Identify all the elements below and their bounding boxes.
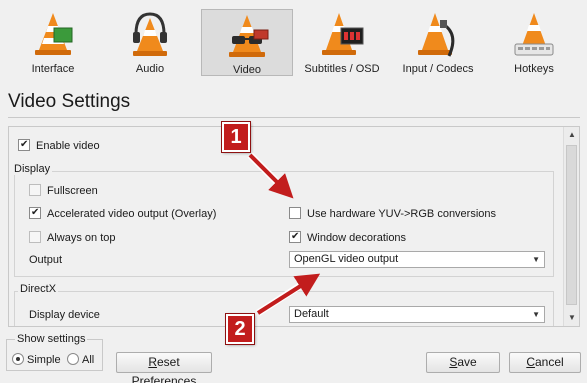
radio-button[interactable] bbox=[12, 353, 24, 366]
tab-label: Input / Codecs bbox=[402, 63, 474, 75]
title-divider bbox=[8, 117, 580, 118]
save-button[interactable]: Save bbox=[426, 352, 500, 373]
hotkeys-keyboard-cone-icon bbox=[514, 13, 554, 56]
fullscreen-checkbox[interactable]: Fullscreen bbox=[29, 183, 98, 199]
tab-hotkeys[interactable]: Hotkeys bbox=[497, 8, 571, 78]
accelerated-output-checkbox[interactable]: Accelerated video output (Overlay) bbox=[29, 205, 217, 222]
tab-input-codecs[interactable]: Input / Codecs bbox=[397, 8, 479, 78]
category-toolbar: Interface Audio Video Subtitles / OSD In… bbox=[0, 0, 587, 82]
enable-video-label: Enable video bbox=[36, 140, 100, 153]
radio-button[interactable] bbox=[67, 353, 79, 366]
input-cable-cone-icon bbox=[418, 13, 455, 57]
tab-subtitles-osd[interactable]: Subtitles / OSD bbox=[303, 8, 381, 78]
annotation-badge-2: 2 bbox=[226, 314, 254, 344]
all-radio[interactable]: All bbox=[67, 352, 94, 368]
output-select-value: OpenGL video output bbox=[294, 253, 399, 265]
hw-yuv-label: Use hardware YUV->RGB conversions bbox=[307, 208, 497, 221]
tab-label: Audio bbox=[135, 63, 165, 75]
directx-group-title: DirectX bbox=[18, 283, 59, 295]
window-decorations-checkbox[interactable]: Window decorations bbox=[289, 229, 407, 246]
annotation-badge-1: 1 bbox=[222, 122, 250, 152]
display-device-label: Display device bbox=[29, 309, 100, 321]
vertical-scrollbar[interactable]: ▲ ▼ bbox=[563, 127, 579, 326]
tab-interface[interactable]: Interface bbox=[18, 8, 88, 78]
reset-preferences-button[interactable]: Reset Preferences bbox=[116, 352, 212, 383]
tab-label: Interface bbox=[31, 63, 75, 75]
show-settings-legend: Show settings bbox=[15, 333, 88, 345]
accelerated-output-label: Accelerated video output (Overlay) bbox=[47, 208, 217, 221]
page-title: Video Settings bbox=[8, 91, 131, 112]
cancel-button[interactable]: Cancel bbox=[509, 352, 581, 373]
output-label: Output bbox=[29, 254, 63, 266]
display-group-title: Display bbox=[12, 163, 53, 175]
audio-headphones-cone-icon bbox=[133, 12, 167, 56]
checkbox-box[interactable] bbox=[29, 231, 41, 244]
subtitles-display-cone-icon bbox=[322, 13, 364, 55]
scroll-down-icon[interactable]: ▼ bbox=[565, 311, 579, 325]
settings-panel: Enable video Display Fullscreen Accelera… bbox=[8, 126, 580, 327]
display-device-select[interactable]: Default ▼ bbox=[289, 306, 545, 323]
fullscreen-label: Fullscreen bbox=[47, 185, 98, 198]
simple-label: Simple bbox=[27, 354, 61, 367]
checkbox-box[interactable] bbox=[18, 137, 30, 153]
scrollbar-thumb[interactable] bbox=[566, 145, 577, 305]
always-on-top-label: Always on top bbox=[47, 232, 116, 245]
tab-label: Subtitles / OSD bbox=[304, 63, 380, 75]
checkbox-box[interactable] bbox=[29, 184, 41, 197]
show-settings-group: Show settings Simple All bbox=[6, 333, 103, 371]
chevron-down-icon: ▼ bbox=[532, 255, 540, 264]
hw-yuv-checkbox[interactable]: Use hardware YUV->RGB conversions bbox=[289, 206, 496, 222]
tab-label: Hotkeys bbox=[514, 63, 554, 75]
video-glasses-cone-icon bbox=[229, 15, 269, 57]
checkbox-box[interactable] bbox=[289, 229, 301, 245]
window-decorations-label: Window decorations bbox=[307, 232, 407, 245]
checkbox-box[interactable] bbox=[289, 207, 301, 220]
tab-label: Video bbox=[233, 64, 261, 76]
always-on-top-checkbox[interactable]: Always on top bbox=[29, 230, 115, 246]
display-device-value: Default bbox=[294, 308, 329, 320]
enable-video-checkbox[interactable]: Enable video bbox=[18, 137, 100, 154]
simple-radio[interactable]: Simple bbox=[12, 352, 61, 368]
interface-cone-icon bbox=[35, 13, 73, 55]
chevron-down-icon: ▼ bbox=[532, 310, 540, 319]
all-label: All bbox=[82, 354, 95, 367]
tab-audio[interactable]: Audio bbox=[115, 8, 185, 78]
output-select[interactable]: OpenGL video output ▼ bbox=[289, 251, 545, 268]
scroll-up-icon[interactable]: ▲ bbox=[565, 128, 579, 142]
checkbox-box[interactable] bbox=[29, 205, 41, 221]
tab-video[interactable]: Video bbox=[201, 9, 293, 76]
